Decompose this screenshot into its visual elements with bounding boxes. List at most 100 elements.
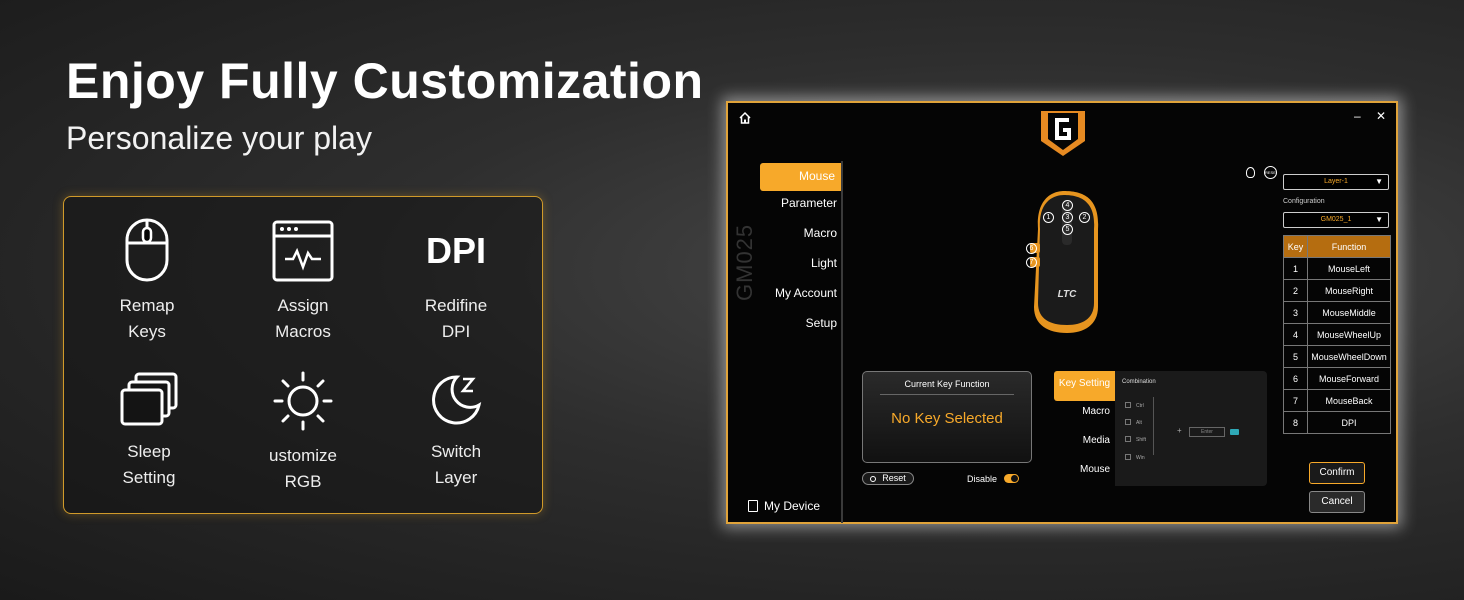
- sub-tab-key-setting[interactable]: Key Setting: [1054, 371, 1115, 401]
- disable-toggle[interactable]: [1004, 474, 1019, 483]
- enter-key-input[interactable]: Enter: [1189, 427, 1225, 437]
- table-row[interactable]: 7 MouseBack: [1283, 389, 1391, 412]
- mouse-icon: [125, 218, 169, 282]
- mouse-brand: LTC: [1058, 289, 1077, 300]
- table-cell-key: 4: [1283, 323, 1308, 346]
- close-button[interactable]: ✕: [1376, 109, 1386, 123]
- lightbulb-icon[interactable]: [1246, 167, 1255, 178]
- nav-item-parameter[interactable]: Parameter: [781, 196, 837, 210]
- cancel-button[interactable]: Cancel: [1309, 491, 1365, 513]
- shift-checkbox[interactable]: Shift: [1125, 436, 1146, 443]
- table-row[interactable]: 4 MouseWheelUp: [1283, 323, 1391, 346]
- feature-label: Sleep Setting: [122, 442, 176, 487]
- table-row[interactable]: 5 MouseWheelDown: [1283, 345, 1391, 368]
- table-cell-key: 7: [1283, 389, 1308, 412]
- table-row[interactable]: 2 MouseRight: [1283, 279, 1391, 302]
- dpi-icon: DPI: [425, 230, 486, 271]
- current-key-value: No Key Selected: [891, 410, 1003, 427]
- reset-button[interactable]: Reset: [862, 472, 914, 485]
- table-header-function: Function: [1307, 235, 1391, 258]
- nav-item-macro[interactable]: Macro: [804, 226, 837, 240]
- nav-item-mouse[interactable]: Mouse: [760, 163, 841, 191]
- win-checkbox[interactable]: Win: [1125, 454, 1145, 461]
- feature-remap-keys: Remap Keys: [72, 217, 222, 345]
- reset-button-label: Reset: [882, 473, 906, 483]
- table-cell-function: MouseWheelUp: [1307, 323, 1391, 346]
- current-key-title: Current Key Function: [904, 379, 990, 389]
- reset-icon[interactable]: RESET: [1264, 166, 1277, 179]
- feature-sleep-setting: Sleep Setting: [74, 371, 224, 491]
- chevron-down-icon: ▼: [1375, 215, 1383, 224]
- sub-tab-media[interactable]: Media: [1054, 435, 1110, 446]
- checkbox-box: [1125, 402, 1131, 408]
- feature-assign-macros: Assign Macros: [228, 219, 378, 345]
- table-cell-key: 6: [1283, 367, 1308, 390]
- my-device-label: My Device: [764, 499, 821, 513]
- sub-tab-mouse[interactable]: Mouse: [1054, 464, 1110, 475]
- macro-window-icon: [272, 220, 334, 282]
- alt-checkbox-label: Alt: [1136, 420, 1142, 426]
- win-checkbox-label: Win: [1136, 455, 1145, 461]
- button-marker-5[interactable]: 5: [1062, 224, 1073, 235]
- table-row[interactable]: 1 MouseLeft: [1283, 257, 1391, 280]
- toggle-knob: [1011, 475, 1018, 482]
- button-marker-6[interactable]: 6: [1026, 243, 1037, 254]
- combination-panel: Combination Ctrl Alt Shift Win + Enter: [1115, 371, 1267, 486]
- table-row[interactable]: 3 MouseMiddle: [1283, 301, 1391, 324]
- layer-select-value: Layer-1: [1324, 178, 1348, 185]
- subline: Personalize your play: [66, 120, 372, 156]
- feature-label: Switch Layer: [430, 442, 482, 487]
- chevron-down-icon: ▼: [1375, 177, 1383, 186]
- table-cell-key: 1: [1283, 257, 1308, 280]
- plus-sign: +: [1177, 426, 1182, 435]
- table-cell-function: MouseBack: [1307, 389, 1391, 412]
- nav-item-light[interactable]: Light: [811, 256, 837, 270]
- ctrl-checkbox[interactable]: Ctrl: [1125, 402, 1144, 409]
- current-key-panel: Current Key Function No Key Selected: [862, 371, 1032, 463]
- feature-switch-layer: Switch Layer: [381, 371, 531, 491]
- configuration-label: Configuration: [1283, 198, 1325, 205]
- table-cell-key: 2: [1283, 279, 1308, 302]
- table-row[interactable]: 8 DPI: [1283, 411, 1391, 434]
- button-marker-1[interactable]: 1: [1043, 212, 1054, 223]
- feature-redefine-dpi: DPI Redifine DPI: [381, 219, 531, 345]
- feature-customize-rgb: ustomize RGB: [228, 369, 378, 495]
- sun-icon: [273, 371, 333, 431]
- button-marker-4[interactable]: 4: [1062, 200, 1073, 211]
- configuration-select[interactable]: GM025_1 ▼: [1283, 212, 1389, 228]
- home-icon[interactable]: [738, 111, 752, 125]
- device-icon: [748, 500, 758, 512]
- sleep-windows-icon: [120, 372, 178, 426]
- confirm-button[interactable]: Confirm: [1309, 462, 1365, 484]
- table-cell-function: MouseRight: [1307, 279, 1391, 302]
- feature-label: ustomize RGB: [268, 446, 338, 491]
- checkbox-box: [1125, 436, 1131, 442]
- sub-tab-macro[interactable]: Macro: [1054, 406, 1110, 417]
- sidebar: GM025 Mouse Parameter Macro Light My Acc…: [728, 161, 843, 523]
- my-device-button[interactable]: My Device: [748, 499, 820, 513]
- table-cell-key: 5: [1283, 345, 1308, 368]
- alt-checkbox[interactable]: Alt: [1125, 419, 1142, 426]
- feature-label: Redifine DPI: [424, 296, 488, 341]
- table-cell-function: MouseMiddle: [1307, 301, 1391, 324]
- table-row[interactable]: 6 MouseForward: [1283, 367, 1391, 390]
- brand-logo-icon: [1041, 111, 1085, 156]
- table-cell-key: 8: [1283, 411, 1308, 434]
- feature-label: Assign Macros: [275, 296, 331, 341]
- nav-item-label: Mouse: [798, 169, 835, 183]
- layer-select[interactable]: Layer-1 ▼: [1283, 174, 1389, 190]
- moon-z-icon: [432, 375, 482, 425]
- shift-checkbox-label: Shift: [1136, 437, 1147, 443]
- key-function-table: Key Function 1 MouseLeft 2 MouseRight 3 Mou…: [1283, 235, 1391, 434]
- table-cell-function: MouseLeft: [1307, 257, 1391, 280]
- ctrl-checkbox-label: Ctrl: [1136, 403, 1144, 409]
- divider: [880, 394, 1014, 395]
- checkbox-box: [1125, 454, 1131, 460]
- nav-item-my-account[interactable]: My Account: [775, 286, 837, 300]
- button-marker-3[interactable]: 3: [1062, 212, 1073, 223]
- feature-panel: Remap Keys Assign Macros DPI Redifine DP…: [63, 196, 543, 514]
- button-marker-2[interactable]: 2: [1079, 212, 1090, 223]
- button-marker-7[interactable]: 7: [1026, 257, 1037, 268]
- minimize-button[interactable]: –: [1354, 109, 1361, 123]
- nav-item-setup[interactable]: Setup: [806, 316, 837, 330]
